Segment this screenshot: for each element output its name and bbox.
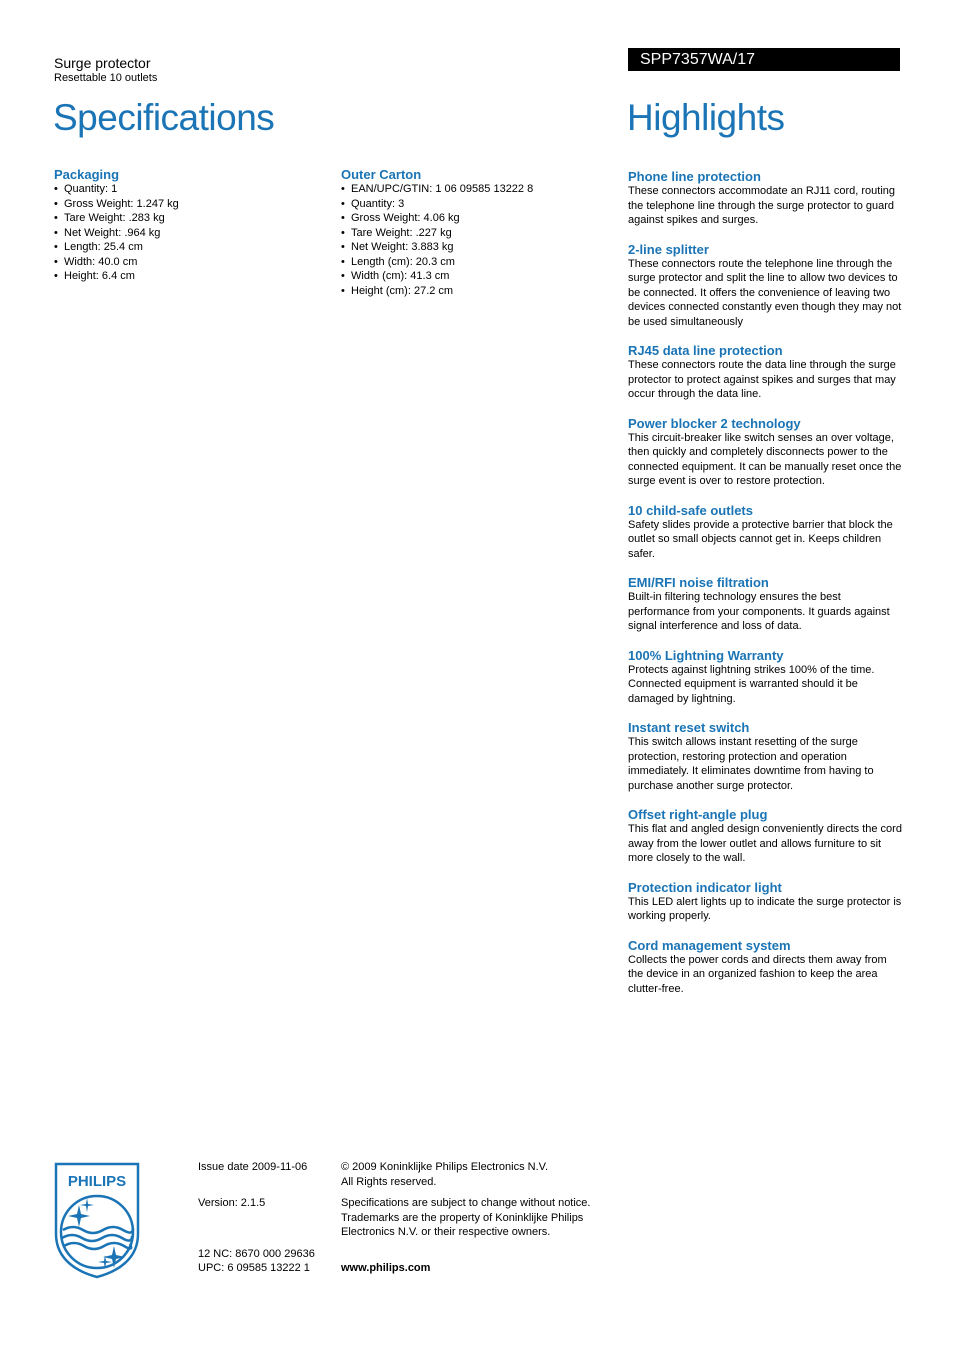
spec-item: Quantity: 3 <box>341 197 611 212</box>
highlight-title: EMI/RFI noise filtration <box>628 575 769 590</box>
highlight-text: This switch allows instant resetting of … <box>628 736 874 792</box>
highlight-text: Collects the power cords and directs the… <box>628 953 887 995</box>
spec-item: Width: 40.0 cm <box>54 255 324 270</box>
packaging-title: Packaging <box>54 167 120 182</box>
highlights-heading: Highlights <box>627 97 785 138</box>
spec-item: EAN/UPC/GTIN: 1 06 09585 13222 8 <box>341 182 611 197</box>
highlight-text: These connectors route the data line thr… <box>628 359 896 400</box>
rights-text: All Rights reserved. <box>341 1175 437 1188</box>
version: Version: 2.1.5 <box>198 1197 266 1209</box>
highlight-title: Protection indicator light <box>628 879 782 895</box>
highlight-item: Phone line protection These connectors a… <box>628 169 903 228</box>
spec-item: Height: 6.4 cm <box>54 269 324 284</box>
highlight-text: Safety slides provide a protective barri… <box>628 518 893 560</box>
specifications-heading: Specifications <box>53 97 275 138</box>
highlight-item: 100% Lightning Warranty Protects against… <box>628 648 903 707</box>
highlight-item: Offset right-angle plug This flat and an… <box>628 807 903 866</box>
highlight-item: 2-line splitter These connectors route t… <box>628 242 903 330</box>
packaging-list: Quantity: 1 Gross Weight: 1.247 kg Tare … <box>54 182 324 284</box>
model-number-bar: SPP7357WA/17 <box>628 48 900 71</box>
issue-date: Issue date 2009-11-06 <box>198 1161 308 1173</box>
highlight-item: Power blocker 2 technology This circuit-… <box>628 416 903 489</box>
outer-carton-list: EAN/UPC/GTIN: 1 06 09585 13222 8 Quantit… <box>341 182 611 298</box>
highlight-text: These connectors accommodate an RJ11 cor… <box>628 185 895 226</box>
upc-code: UPC: 6 09585 13222 1 <box>198 1262 310 1274</box>
copyright-block: © 2009 Koninklijke Philips Electronics N… <box>341 1160 611 1189</box>
copyright-text: © 2009 Koninklijke Philips Electronics N… <box>341 1161 549 1173</box>
highlight-title: RJ45 data line protection <box>628 343 783 358</box>
spec-item: Gross Weight: 1.247 kg <box>54 197 324 212</box>
philips-wordmark: PHILIPS <box>68 1173 126 1190</box>
spec-item: Height (cm): 27.2 cm <box>341 284 611 299</box>
product-subtitle: Resettable 10 outlets <box>54 72 158 84</box>
highlight-text: These connectors route the telephone lin… <box>628 257 902 328</box>
spec-item: Length (cm): 20.3 cm <box>341 255 611 270</box>
spec-item: Length: 25.4 cm <box>54 240 324 255</box>
outer-carton-title: Outer Carton <box>341 167 422 182</box>
highlight-item: Instant reset switch This switch allows … <box>628 720 903 793</box>
highlight-text: This LED alert lights up to indicate the… <box>628 895 902 923</box>
highlight-item: RJ45 data line protection These connecto… <box>628 343 903 402</box>
highlight-text: Protects against lightning strikes 100% … <box>628 663 875 705</box>
spec-item: Quantity: 1 <box>54 182 324 197</box>
packaging-section: Packaging Quantity: 1 Gross Weight: 1.24… <box>54 167 324 284</box>
spec-item: Net Weight: 3.883 kg <box>341 240 611 255</box>
highlight-text: Built-in filtering technology ensures th… <box>628 591 890 632</box>
highlight-title: Power blocker 2 technology <box>628 415 801 431</box>
highlight-item: EMI/RFI noise filtration Built-in filter… <box>628 575 903 634</box>
highlight-title: 2-line splitter <box>628 241 709 257</box>
highlight-title: 100% Lightning Warranty <box>628 647 784 663</box>
philips-shield-logo-icon: PHILIPS <box>54 1162 140 1279</box>
website-link[interactable]: www.philips.com <box>341 1261 430 1276</box>
highlight-title: Offset right-angle plug <box>628 807 768 822</box>
highlight-title: Cord management system <box>628 937 791 953</box>
spec-item: Tare Weight: .283 kg <box>54 211 324 226</box>
highlight-title: Phone line protection <box>628 169 761 184</box>
highlight-title: 10 child-safe outlets <box>628 502 753 518</box>
highlight-item: 10 child-safe outlets Safety slides prov… <box>628 503 903 562</box>
12nc-code: 12 NC: 8670 000 29636 <box>198 1248 315 1260</box>
outer-carton-section: Outer Carton EAN/UPC/GTIN: 1 06 09585 13… <box>341 167 611 298</box>
highlight-item: Protection indicator light This LED aler… <box>628 880 903 924</box>
highlights-list: Phone line protection These connectors a… <box>628 169 903 1010</box>
spec-item: Gross Weight: 4.06 kg <box>341 211 611 226</box>
spec-item: Net Weight: .964 kg <box>54 226 324 241</box>
spec-item: Tare Weight: .227 kg <box>341 226 611 241</box>
product-title: Surge protector <box>54 55 151 71</box>
highlight-title: Instant reset switch <box>628 720 750 735</box>
highlight-text: This flat and angled design conveniently… <box>628 823 902 864</box>
spec-item: Width (cm): 41.3 cm <box>341 269 611 284</box>
highlight-item: Cord management system Collects the powe… <box>628 938 903 997</box>
highlight-text: This circuit-breaker like switch senses … <box>628 431 902 488</box>
disclaimer-text: Specifications are subject to change wit… <box>341 1197 591 1238</box>
